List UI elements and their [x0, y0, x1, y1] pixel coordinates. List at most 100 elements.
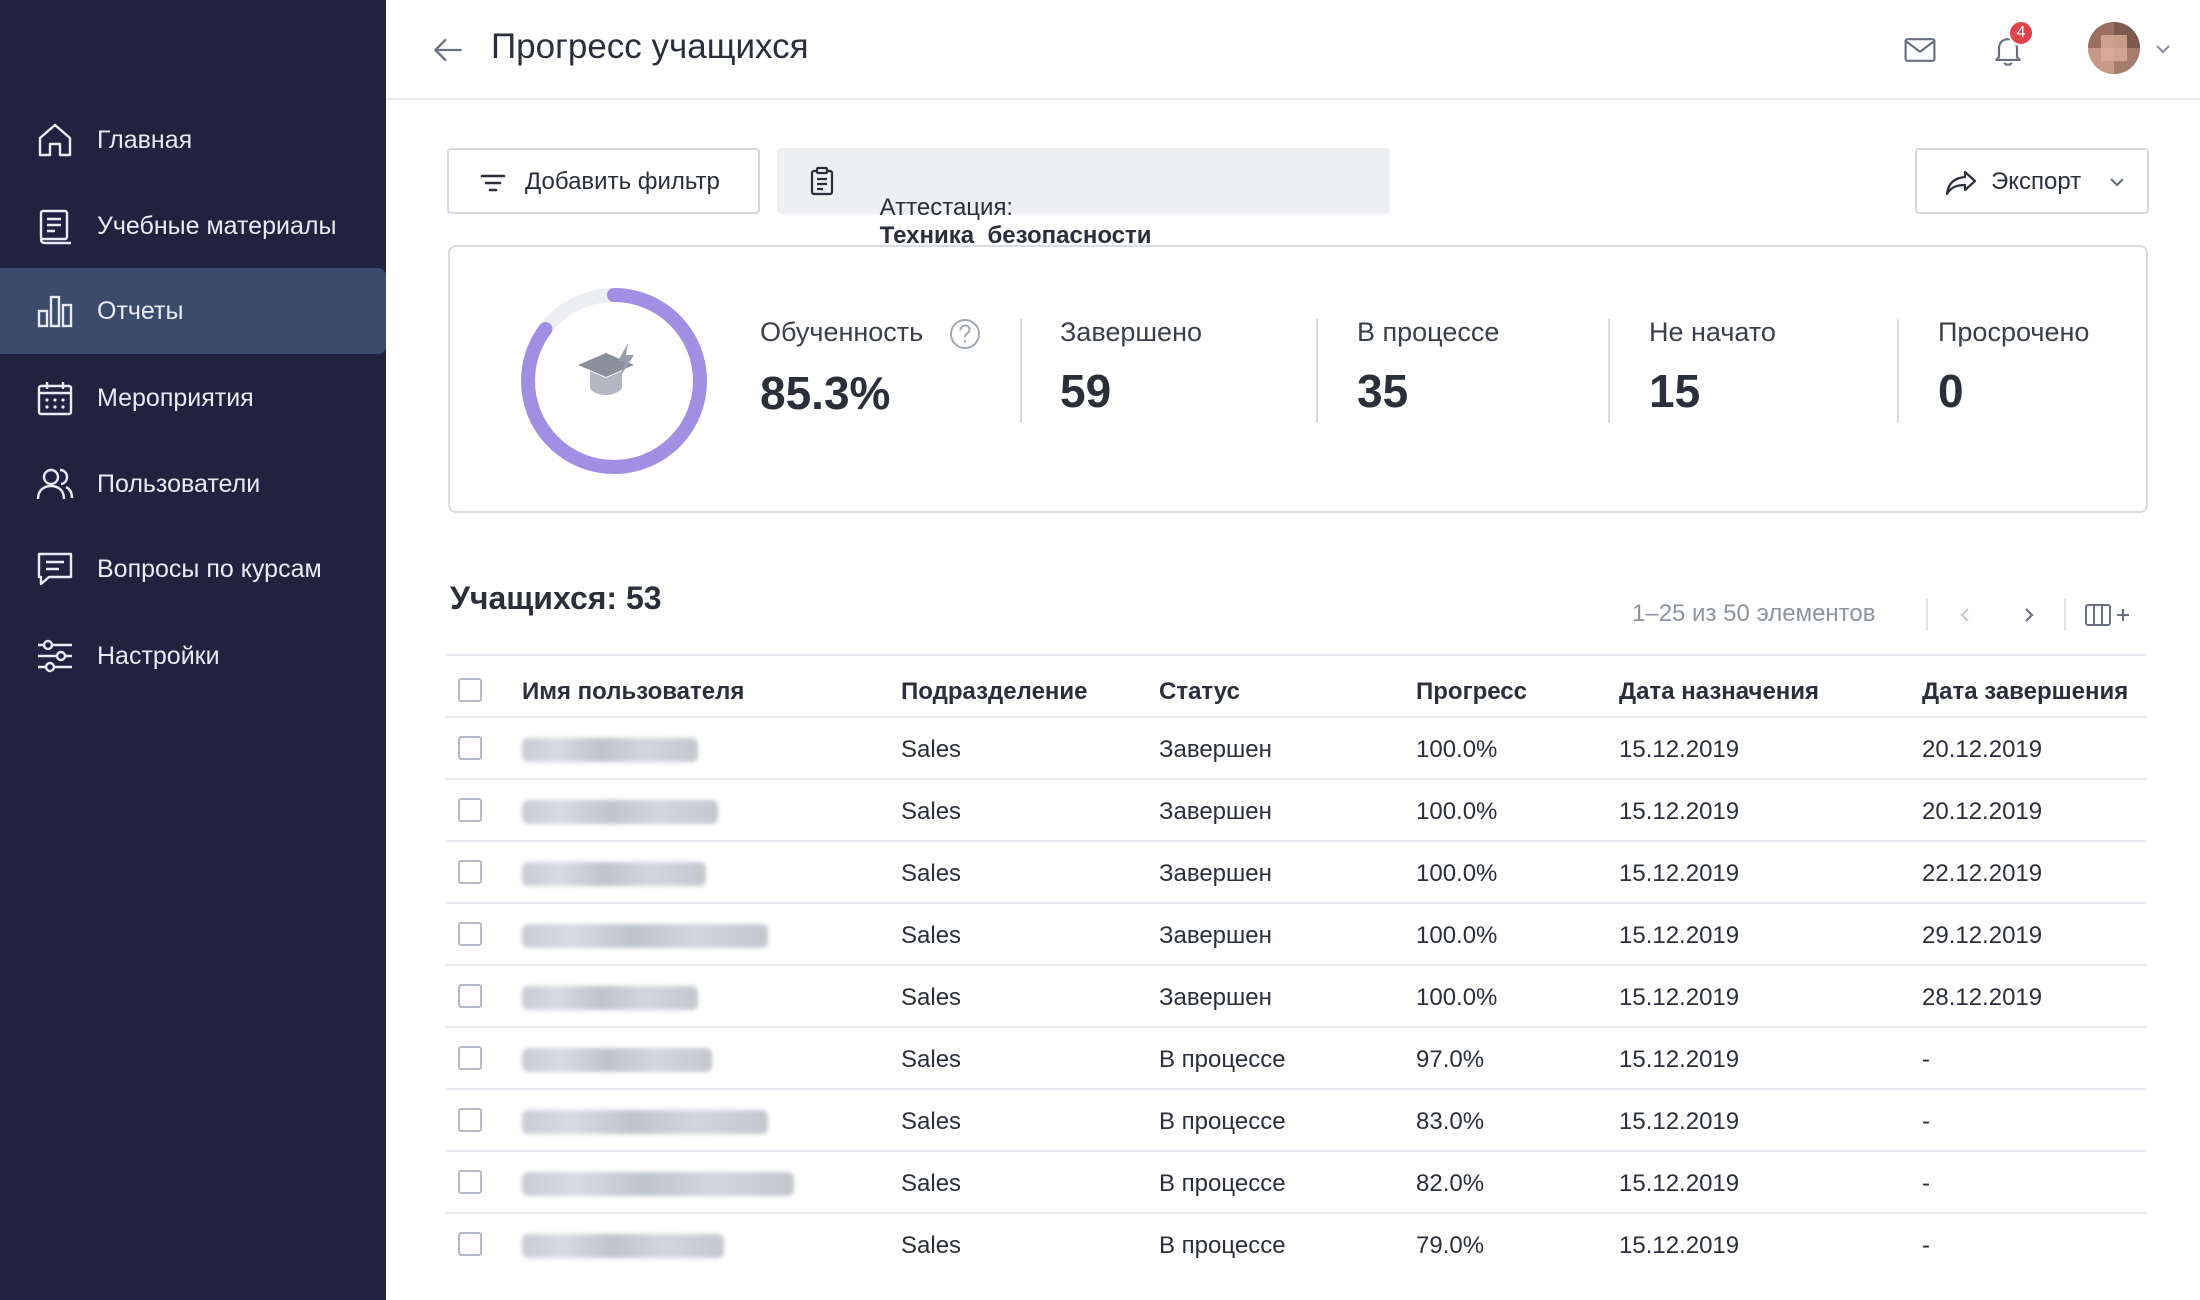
- sidebar-item-settings[interactable]: Настройки: [0, 613, 386, 699]
- table-row[interactable]: Sales В процессе 83.0% 15.12.2019 -: [446, 1088, 2146, 1150]
- row-checkbox[interactable]: [458, 1046, 482, 1070]
- table-header-row: Имя пользователя Подразделение Статус Пр…: [446, 654, 2146, 716]
- row-checkbox[interactable]: [458, 922, 482, 946]
- stat-not-started: Не начато 15: [1649, 317, 1776, 418]
- chevron-down-icon[interactable]: [2152, 38, 2174, 60]
- row-checkbox[interactable]: [458, 860, 482, 884]
- stat-value: 59: [1060, 365, 1112, 417]
- sidebar-item-materials[interactable]: Учебные материалы: [0, 183, 386, 269]
- table-row[interactable]: Sales Завершен 100.0% 15.12.2019 28.12.2019: [446, 964, 2146, 1026]
- completed-date-cell: 20.12.2019: [1922, 736, 2043, 763]
- sidebar-item-users[interactable]: Пользователи: [0, 441, 386, 527]
- completed-date-cell: 29.12.2019: [1922, 922, 2043, 949]
- table-row[interactable]: Sales В процессе 82.0% 15.12.2019 -: [446, 1150, 2146, 1212]
- assigned-date-cell: 15.12.2019: [1619, 1046, 1740, 1073]
- completed-date-cell: -: [1922, 1232, 1930, 1259]
- progress-cell: 100.0%: [1416, 984, 1498, 1011]
- divider: [1316, 319, 1318, 423]
- row-checkbox[interactable]: [458, 984, 482, 1008]
- progress-cell: 83.0%: [1416, 1108, 1485, 1135]
- user-name-redacted: [522, 1048, 712, 1072]
- add-filter-button[interactable]: Добавить фильтр: [447, 148, 760, 214]
- divider: [1926, 598, 1928, 630]
- filter-icon: [480, 174, 506, 192]
- department-cell: Sales: [901, 1232, 962, 1259]
- students-count: Учащихся: 53: [450, 580, 662, 616]
- stat-label: Не начато: [1649, 317, 1776, 347]
- assigned-date-cell: 15.12.2019: [1619, 922, 1740, 949]
- status-cell: В процессе: [1159, 1046, 1286, 1073]
- row-checkbox[interactable]: [458, 798, 482, 822]
- table-row[interactable]: Sales Завершен 100.0% 15.12.2019 20.12.2019: [446, 778, 2146, 840]
- sidebar-item-events[interactable]: Мероприятия: [0, 355, 386, 441]
- column-header[interactable]: Дата назначения: [1619, 678, 1819, 706]
- sidebar-item-label: Мероприятия: [97, 383, 254, 412]
- sidebar-item-reports[interactable]: Отчеты: [0, 268, 386, 354]
- table-row[interactable]: Sales Завершен 100.0% 15.12.2019 20.12.2019: [446, 716, 2146, 778]
- divider: [1608, 319, 1610, 423]
- pagination-info: 1–25 из 50 элементов: [1632, 600, 1876, 627]
- select-all-checkbox[interactable]: [458, 678, 482, 702]
- user-name-redacted: [522, 738, 698, 762]
- stats-card: Обученность 85.3% Завершено 59 В процесс…: [448, 245, 2148, 513]
- department-cell: Sales: [901, 1108, 962, 1135]
- back-arrow-icon[interactable]: [428, 30, 468, 70]
- column-header[interactable]: Статус: [1159, 678, 1240, 706]
- stat-value: 85.3%: [760, 366, 891, 419]
- assigned-date-cell: 15.12.2019: [1619, 1232, 1740, 1259]
- column-header[interactable]: Прогресс: [1416, 678, 1527, 706]
- row-checkbox[interactable]: [458, 1232, 482, 1256]
- column-header[interactable]: Имя пользователя: [522, 678, 744, 706]
- row-checkbox[interactable]: [458, 736, 482, 760]
- stat-overdue: Просрочено 0: [1938, 317, 2089, 418]
- user-name-redacted: [522, 924, 768, 948]
- prev-page-chevron-icon[interactable]: [1950, 600, 1980, 630]
- table-row[interactable]: Sales Завершен 100.0% 15.12.2019 22.12.2019: [446, 840, 2146, 902]
- avatar[interactable]: [2088, 22, 2140, 74]
- table-row[interactable]: Sales Завершен 100.0% 15.12.2019 29.12.2019: [446, 902, 2146, 964]
- assigned-date-cell: 15.12.2019: [1619, 736, 1740, 763]
- assigned-date-cell: 15.12.2019: [1619, 860, 1740, 887]
- status-cell: Завершен: [1159, 798, 1272, 825]
- column-settings-icon[interactable]: [2084, 600, 2132, 630]
- assigned-date-cell: 15.12.2019: [1619, 1108, 1740, 1135]
- sidebar-item-home[interactable]: Главная: [0, 97, 386, 183]
- status-cell: Завершен: [1159, 922, 1272, 949]
- chat-icon: [34, 548, 76, 590]
- mail-icon[interactable]: [1898, 28, 1942, 72]
- sidebar-item-label: Вопросы по курсам: [97, 554, 322, 583]
- clipboard-icon: [810, 166, 834, 196]
- department-cell: Sales: [901, 860, 962, 887]
- help-icon[interactable]: [949, 318, 981, 350]
- stat-proficiency: Обученность 85.3%: [760, 317, 981, 420]
- export-label: Экспорт: [1991, 168, 2082, 195]
- progress-cell: 100.0%: [1416, 736, 1498, 763]
- stat-label: Обученность: [760, 317, 924, 347]
- department-cell: Sales: [901, 984, 962, 1011]
- column-header[interactable]: Дата завершения: [1922, 678, 2128, 706]
- stat-label: В процессе: [1357, 317, 1500, 347]
- add-filter-label: Добавить фильтр: [525, 168, 720, 195]
- filter-chip-certification[interactable]: Аттестация: Техника безопасности: [777, 148, 1390, 249]
- completed-date-cell: -: [1922, 1108, 1930, 1135]
- table-row[interactable]: Sales В процессе 79.0% 15.12.2019 -: [446, 1212, 2146, 1274]
- row-checkbox[interactable]: [458, 1170, 482, 1194]
- divider: [1020, 319, 1022, 423]
- department-cell: Sales: [901, 1170, 962, 1197]
- notification-badge: 4: [2008, 20, 2034, 46]
- sidebar: Главная Учебные материалы Отчеты Меропри…: [0, 0, 386, 1300]
- chevron-down-icon: [2110, 178, 2124, 187]
- row-checkbox[interactable]: [458, 1108, 482, 1132]
- page-title: Прогресс учащихся: [491, 27, 809, 66]
- sidebar-item-course-questions[interactable]: Вопросы по курсам: [0, 526, 386, 612]
- next-page-chevron-icon[interactable]: [2014, 600, 2044, 630]
- export-button[interactable]: Экспорт: [1915, 148, 2149, 214]
- stat-completed: Завершено 59: [1060, 317, 1202, 418]
- progress-cell: 100.0%: [1416, 860, 1498, 887]
- column-header[interactable]: Подразделение: [901, 678, 1088, 706]
- status-cell: В процессе: [1159, 1170, 1286, 1197]
- stat-value: 0: [1938, 365, 1964, 417]
- table-row[interactable]: Sales В процессе 97.0% 15.12.2019 -: [446, 1026, 2146, 1088]
- assigned-date-cell: 15.12.2019: [1619, 1170, 1740, 1197]
- divider: [2064, 598, 2066, 630]
